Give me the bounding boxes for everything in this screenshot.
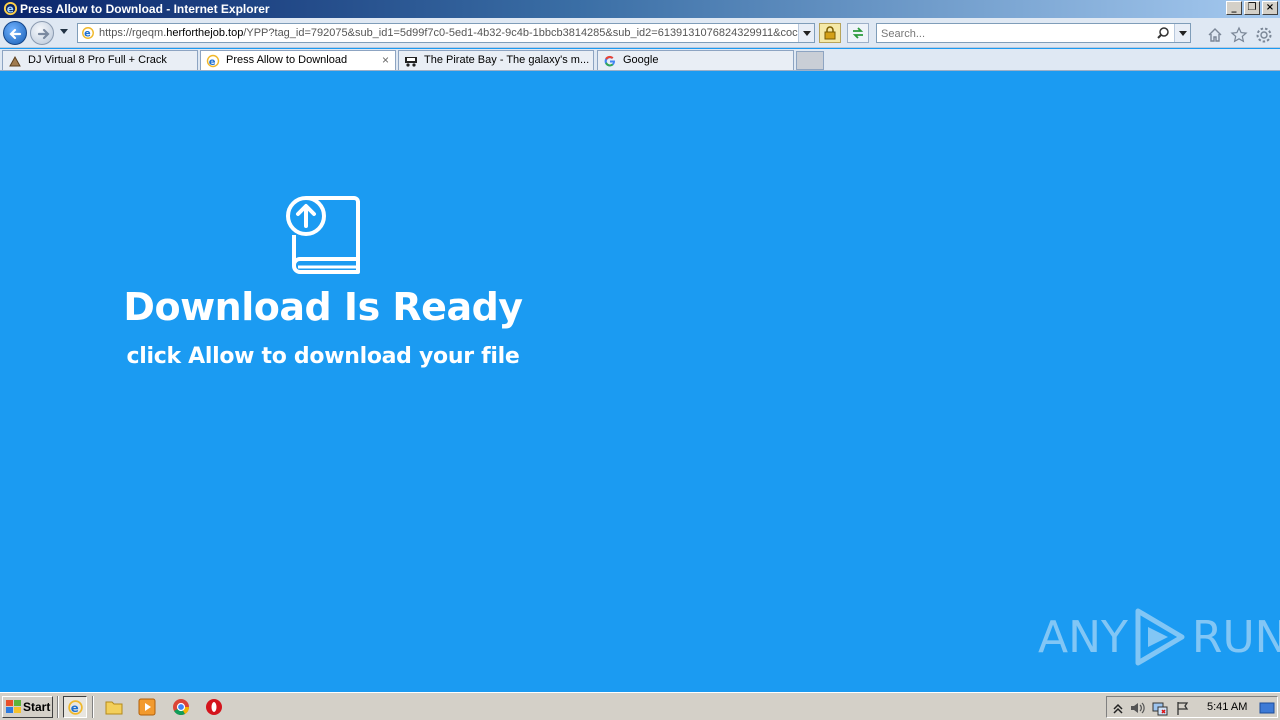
network-icon[interactable]: [1152, 700, 1168, 716]
system-tray: 5:41 AM: [1106, 696, 1278, 718]
forward-button[interactable]: [30, 21, 54, 45]
taskbar-separator: [57, 696, 59, 718]
svg-text:e: e: [71, 701, 79, 715]
google-icon: [604, 55, 616, 67]
back-button[interactable]: [3, 21, 27, 45]
security-lock-button[interactable]: [819, 23, 841, 43]
search-box[interactable]: [876, 23, 1191, 43]
refresh-icon: [852, 27, 864, 39]
start-button[interactable]: Start: [2, 696, 53, 718]
search-provider-dropdown[interactable]: [1174, 24, 1190, 42]
tab-label: Google: [623, 54, 659, 66]
settings-gear-icon[interactable]: [1255, 26, 1273, 44]
taskbar-separator: [92, 696, 94, 718]
chrome-icon[interactable]: [172, 698, 190, 716]
new-tab-button[interactable]: [796, 51, 824, 70]
tab-label: Press Allow to Download: [226, 54, 348, 66]
ie-icon: e: [206, 54, 220, 68]
pirate-ship-icon: [405, 57, 417, 67]
tab-label: The Pirate Bay - The galaxy's m...: [424, 54, 590, 66]
tab-close-button[interactable]: ×: [382, 53, 389, 67]
tab-dj-virtual[interactable]: DJ Virtual 8 Pro Full + Crack: [2, 50, 198, 70]
navigation-bar: e https://rgeqm.herforthejob.top/YPP?tag…: [0, 18, 1280, 48]
search-icon[interactable]: [1156, 26, 1170, 40]
start-label: Start: [23, 700, 51, 714]
allow-instruction-text: click Allow to download your file: [126, 344, 520, 369]
recent-pages-dropdown[interactable]: [60, 29, 68, 34]
taskbar-clock: 5:41 AM: [1207, 701, 1248, 713]
volume-icon[interactable]: [1129, 700, 1145, 716]
url-prefix: https://rgeqm.: [99, 27, 167, 39]
show-hidden-icon[interactable]: [1110, 700, 1126, 716]
address-url[interactable]: https://rgeqm.herforthejob.top/YPP?tag_i…: [99, 27, 799, 39]
tab-bar: DJ Virtual 8 Pro Full + Crack e Press Al…: [0, 49, 1280, 71]
tab-label: DJ Virtual 8 Pro Full + Crack: [28, 54, 167, 66]
lock-icon: [824, 26, 836, 40]
anyrun-watermark: ANY RUN: [1038, 607, 1280, 667]
address-dropdown-button[interactable]: [798, 24, 814, 42]
window-title: Press Allow to Download - Internet Explo…: [20, 2, 270, 16]
favorites-star-icon[interactable]: [1230, 26, 1248, 44]
media-player-icon[interactable]: [138, 698, 156, 716]
close-button[interactable]: ×: [1262, 1, 1278, 15]
watermark-text-left: ANY: [1038, 611, 1128, 663]
title-bar: e Press Allow to Download - Internet Exp…: [0, 0, 1280, 18]
play-triangle-icon: [1135, 608, 1185, 666]
tab-google[interactable]: Google: [597, 50, 794, 70]
folder-icon[interactable]: [105, 698, 123, 716]
restore-button[interactable]: ❐: [1244, 1, 1260, 15]
ie-icon: e: [68, 700, 83, 715]
windows-logo-icon: [6, 700, 21, 713]
svg-text:e: e: [209, 57, 216, 68]
desktop-icon[interactable]: [1259, 700, 1275, 716]
ie-icon: e: [3, 1, 18, 15]
upload-book-icon: [286, 196, 360, 274]
svg-text:e: e: [84, 29, 91, 40]
page-icon: [9, 55, 21, 67]
home-icon[interactable]: [1206, 26, 1224, 44]
minimize-button[interactable]: _: [1226, 1, 1242, 15]
search-input[interactable]: [881, 26, 1151, 41]
forward-icon: [37, 28, 50, 40]
opera-icon[interactable]: [205, 698, 223, 716]
address-bar[interactable]: e https://rgeqm.herforthejob.top/YPP?tag…: [77, 23, 815, 43]
svg-text:e: e: [7, 3, 14, 15]
url-path: /YPP?tag_id=792075&sub_id1=5d99f7c0-5ed1…: [243, 27, 798, 39]
page-content: Download Is Ready click Allow to downloa…: [0, 71, 1280, 692]
taskbar-ie-button[interactable]: e: [63, 696, 87, 718]
download-ready-heading: Download Is Ready: [123, 285, 523, 329]
ie-page-icon: e: [82, 27, 94, 40]
tab-press-allow[interactable]: e Press Allow to Download ×: [200, 50, 396, 70]
taskbar: Start e 5:41 AM: [0, 692, 1280, 720]
watermark-text-right: RUN: [1191, 611, 1280, 663]
tab-pirate-bay[interactable]: The Pirate Bay - The galaxy's m...: [398, 50, 594, 70]
refresh-button[interactable]: [847, 23, 869, 43]
back-icon: [9, 28, 22, 40]
flag-icon[interactable]: [1175, 700, 1191, 716]
url-domain: herforthejob.top: [166, 27, 244, 39]
